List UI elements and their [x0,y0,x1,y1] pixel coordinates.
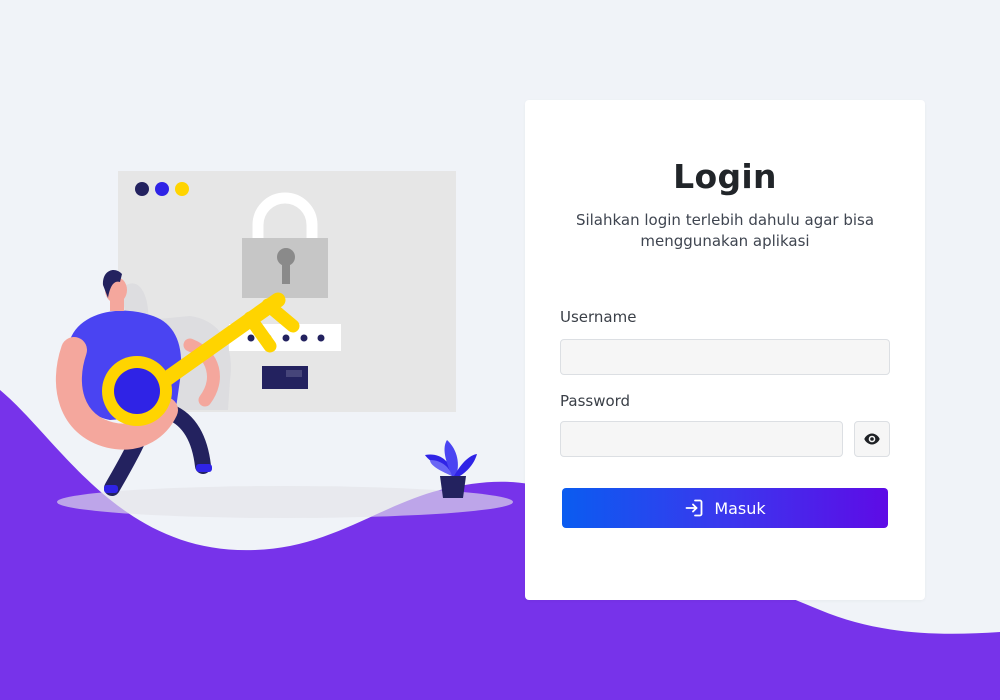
login-subtitle: Silahkan login terlebih dahulu agar bisa… [575,211,875,250]
username-label: Username [560,308,637,326]
login-submit-button[interactable]: Masuk [562,488,888,528]
password-label: Password [560,392,631,410]
window-dot-yellow [175,182,189,196]
window-dot-blue [155,182,169,196]
eye-icon [864,433,880,445]
window-button [262,366,308,389]
login-title: Login [673,157,777,196]
login-page: Login Silahkan login terlebih dahulu aga… [0,0,1000,700]
toggle-password-button[interactable] [854,421,890,457]
plant-icon [425,440,477,498]
login-card: Login Silahkan login terlebih dahulu aga… [525,100,925,600]
username-input[interactable] [560,339,890,375]
login-icon [684,498,704,518]
password-input[interactable] [560,421,843,457]
login-submit-label: Masuk [714,498,766,518]
window-dot-navy [135,182,149,196]
